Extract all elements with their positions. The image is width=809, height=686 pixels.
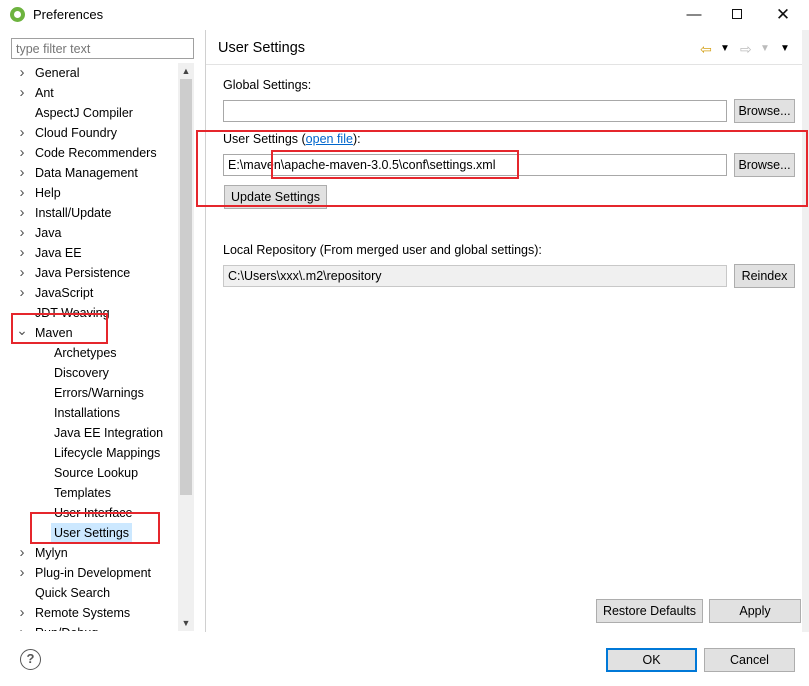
global-settings-label: Global Settings: [223, 78, 312, 92]
user-settings-label: User Settings (open file): [223, 132, 361, 146]
dialog-button-bar: ? OK Cancel [0, 632, 809, 686]
global-settings-input[interactable] [223, 100, 727, 122]
tree-item-label: Run/Debug [35, 623, 98, 631]
cancel-button[interactable]: Cancel [704, 648, 795, 672]
scroll-down-icon[interactable]: ▼ [178, 615, 194, 631]
tree-item-label: Discovery [54, 366, 109, 380]
chevron-right-icon[interactable]: › [16, 83, 28, 103]
chevron-right-icon[interactable]: › [16, 563, 28, 583]
scroll-up-icon[interactable]: ▲ [178, 63, 194, 79]
ok-button[interactable]: OK [606, 648, 697, 672]
global-browse-button[interactable]: Browse... [734, 99, 795, 123]
tree-item-label: General [35, 66, 80, 80]
tree-item-label: Java EE [35, 246, 82, 260]
title-separator [206, 64, 802, 65]
tree-item-label: Plug-in Development [35, 566, 152, 580]
reindex-button[interactable]: Reindex [734, 264, 795, 288]
window-title: Preferences [33, 7, 104, 22]
tree-item-label: Templates [54, 486, 111, 500]
chevron-right-icon[interactable]: › [16, 263, 28, 283]
tree-item-label: Quick Search [35, 586, 111, 600]
maximize-icon [732, 8, 742, 19]
preferences-tree: › General › Ant AspectJ Compiler › Cloud Found… [10, 63, 178, 631]
chevron-right-icon[interactable]: › [16, 543, 28, 563]
tree-item-label: Java Persistence [35, 266, 131, 280]
forward-menu-chevron-icon[interactable]: ▼ [760, 39, 770, 59]
tree-item-label: Ant [35, 86, 54, 100]
filter-input[interactable] [11, 38, 194, 59]
title-bar: Preferences — ✕ [0, 0, 809, 30]
apply-button[interactable]: Apply [709, 599, 801, 623]
maximize-button[interactable] [725, 4, 749, 26]
close-button[interactable]: ✕ [771, 4, 795, 26]
page-scrollbar[interactable] [802, 30, 809, 632]
tree-item-label: User Settings [51, 523, 133, 543]
chevron-right-icon[interactable]: › [16, 63, 28, 83]
tree-scrollbar[interactable]: ▲ ▼ [178, 63, 194, 631]
back-arrow-icon[interactable]: ⇦ [700, 39, 712, 59]
chevron-right-icon[interactable]: › [16, 183, 28, 203]
chevron-right-icon[interactable]: › [16, 203, 28, 223]
tree-item-label: Maven [35, 326, 73, 340]
user-settings-label-suffix: ): [352, 132, 361, 146]
tree-item-label: Data Management [35, 166, 138, 180]
preferences-tree-pane: › General › Ant AspectJ Compiler › Cloud Found… [0, 30, 197, 632]
user-settings-label-prefix: User Settings ( [223, 132, 306, 146]
tree-item-label: JavaScript [35, 286, 94, 300]
tree-item-label: Errors/Warnings [54, 386, 144, 400]
tree-item-label: Lifecycle Mappings [54, 446, 161, 460]
restore-defaults-button[interactable]: Restore Defaults [596, 599, 703, 623]
chevron-right-icon[interactable]: › [16, 123, 28, 143]
chevron-right-icon[interactable]: › [16, 223, 28, 243]
tree-item-label: AspectJ Compiler [35, 106, 133, 120]
chevron-right-icon[interactable]: › [16, 623, 28, 631]
tree-item-label: User Interface [54, 506, 133, 520]
tree-item-label: Java EE Integration [54, 426, 164, 440]
local-repository-label: Local Repository (From merged user and g… [223, 243, 542, 257]
tree-item-label: Cloud Foundry [35, 126, 117, 140]
tree-scroll-thumb[interactable] [180, 79, 192, 495]
tree-item-label: Help [35, 186, 61, 200]
forward-arrow-icon[interactable]: ⇨ [740, 39, 752, 59]
minimize-button[interactable]: — [682, 4, 706, 26]
chevron-right-icon[interactable]: › [16, 283, 28, 303]
page-title: User Settings [218, 40, 306, 56]
page-navigation: ⇦ ▼ ⇨ ▼ ▼ [700, 39, 809, 59]
tree-item-label: Source Lookup [54, 466, 139, 480]
help-icon[interactable]: ? [20, 649, 41, 670]
chevron-right-icon[interactable]: › [16, 243, 28, 263]
user-settings-input[interactable]: E:\maven\apache-maven-3.0.5\conf\setting… [223, 154, 727, 176]
back-menu-chevron-icon[interactable]: ▼ [720, 39, 730, 59]
tree-item-label: Install/Update [35, 206, 112, 220]
chevron-right-icon[interactable]: › [16, 163, 28, 183]
user-browse-button[interactable]: Browse... [734, 153, 795, 177]
tree-item-label: Java [35, 226, 62, 240]
update-settings-button[interactable]: Update Settings [224, 185, 327, 209]
tree-item-label: Remote Systems [35, 606, 131, 620]
spring-app-icon [10, 7, 25, 22]
tree-item-label: JDT Weaving [35, 306, 110, 320]
chevron-right-icon[interactable]: › [16, 143, 28, 163]
local-repository-input: C:\Users\xxx\.m2\repository [223, 265, 727, 287]
view-menu-icon[interactable]: ▼ [780, 39, 790, 59]
tree-item-label: Mylyn [35, 546, 68, 560]
tree-item-label: Installations [54, 406, 121, 420]
chevron-right-icon[interactable]: › [16, 603, 28, 623]
user-settings-page: User Settings ⇦ ▼ ⇨ ▼ ▼ Global Settings:… [206, 30, 809, 632]
tree-item-label: Archetypes [54, 346, 117, 360]
tree-item-label: Code Recommenders [35, 146, 157, 160]
open-file-link[interactable]: open file [306, 132, 353, 146]
chevron-down-icon[interactable]: ⌄ [16, 323, 28, 343]
